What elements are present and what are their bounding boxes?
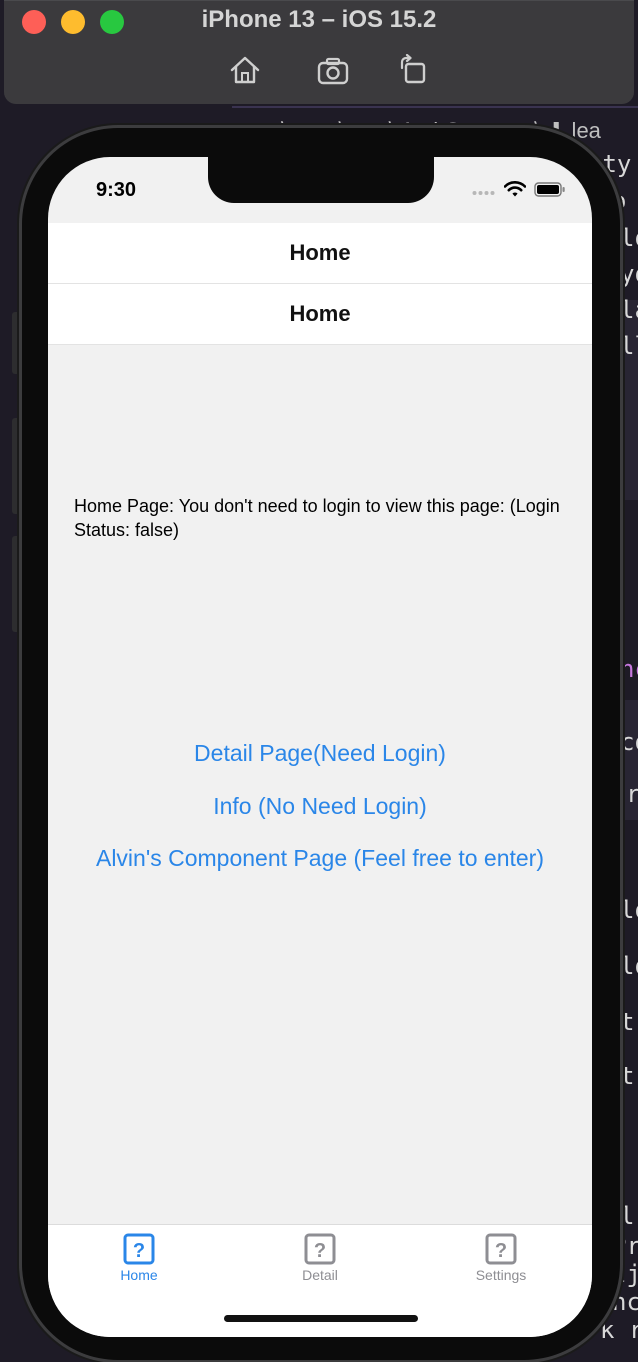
screenshot-icon[interactable] xyxy=(316,54,350,86)
code-fragment: l xyxy=(620,1202,635,1230)
status-icons xyxy=(472,181,566,202)
svg-text:?: ? xyxy=(133,1240,145,1262)
code-fragment: t xyxy=(620,1008,635,1036)
code-fragment: co xyxy=(620,728,638,756)
code-fragment: t xyxy=(620,1062,635,1090)
code-fragment: lo xyxy=(620,896,638,924)
volume-down-button xyxy=(12,536,20,632)
home-intro-text: Home Page: You don't need to login to vi… xyxy=(74,496,560,540)
phone-screen: 9:30 Home Home Home Page: You don't need… xyxy=(48,157,592,1337)
question-icon: ? xyxy=(304,1233,336,1265)
tab-label: Settings xyxy=(475,1267,527,1283)
home-icon[interactable] xyxy=(228,54,262,86)
status-time: 9:30 xyxy=(96,179,137,201)
tab-detail[interactable]: ? Detail xyxy=(255,1233,385,1283)
code-fragment: k r xyxy=(600,1316,638,1344)
navigation-header: Home xyxy=(48,223,592,284)
ring-silent-switch xyxy=(12,312,20,374)
wifi-icon xyxy=(503,181,527,202)
home-indicator[interactable] xyxy=(224,1315,418,1322)
notch xyxy=(208,157,434,203)
code-fragment: la xyxy=(620,296,638,324)
code-fragment: r xyxy=(626,780,638,808)
tab-label: Home xyxy=(120,1267,158,1283)
code-fragment: lo xyxy=(620,224,638,252)
simulator-title-bar: iPhone 13 – iOS 15.2 xyxy=(4,0,634,104)
editor-tab-strip xyxy=(232,106,638,108)
question-icon: ? xyxy=(123,1233,155,1265)
info-page-link[interactable]: Info (No Need Login) xyxy=(48,793,592,820)
code-fragment: ll xyxy=(620,332,638,360)
cellular-icon xyxy=(472,183,496,201)
tab-label: Detail xyxy=(302,1267,338,1283)
svg-text:?: ? xyxy=(495,1240,507,1262)
rotate-icon[interactable] xyxy=(396,53,430,86)
simulator-title: iPhone 13 – iOS 15.2 xyxy=(201,6,437,33)
code-fragment: nc xyxy=(620,655,638,683)
tab-settings[interactable]: ? Settings xyxy=(436,1233,566,1283)
code-fragment: lo xyxy=(620,952,638,980)
page-header: Home xyxy=(48,284,592,345)
component-page-link[interactable]: Alvin's Component Page (Feel free to ent… xyxy=(48,845,592,872)
code-fragment: nc xyxy=(612,1288,638,1316)
question-icon: ? xyxy=(485,1233,517,1265)
volume-up-button xyxy=(12,418,20,514)
tab-home[interactable]: ? Home xyxy=(74,1233,204,1283)
battery-icon xyxy=(534,181,566,202)
svg-text:?: ? xyxy=(314,1240,326,1262)
detail-page-link[interactable]: Detail Page(Need Login) xyxy=(48,740,592,767)
code-fragment: yo xyxy=(620,260,638,288)
